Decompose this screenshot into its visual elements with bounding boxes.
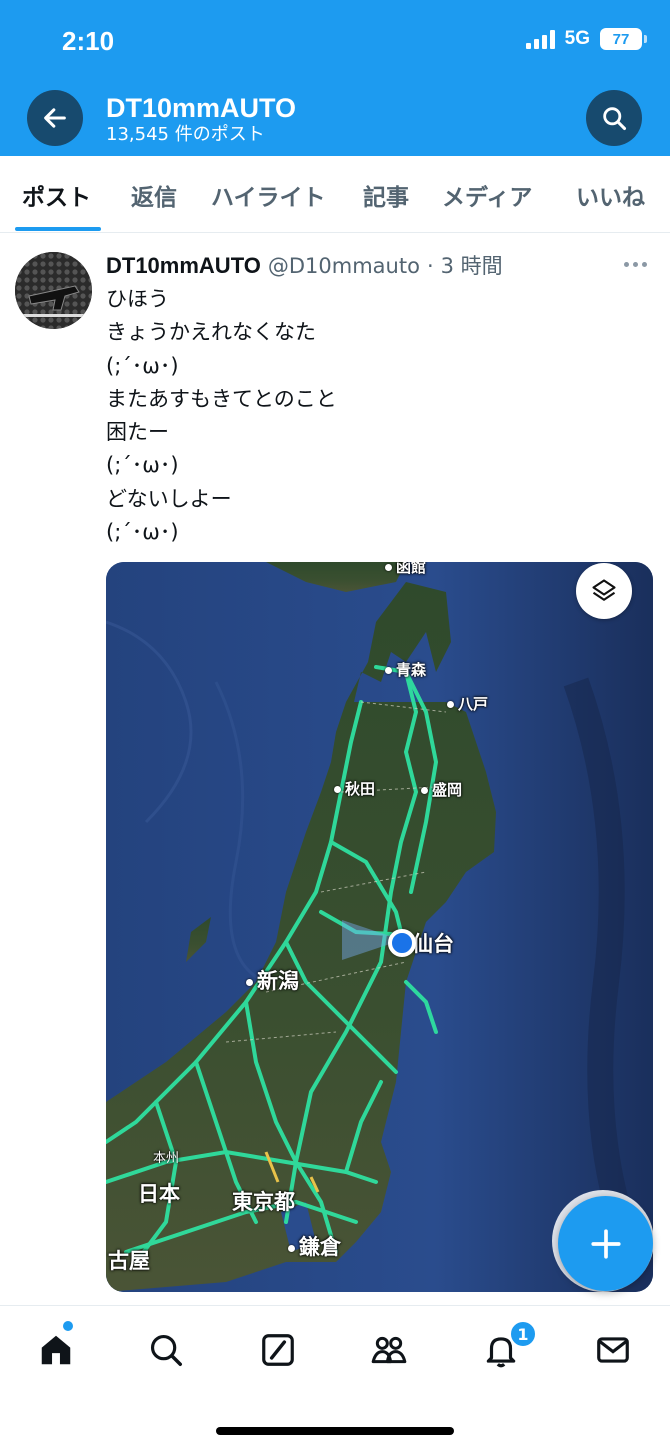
map-label-aomori: 青森 <box>385 659 426 680</box>
profile-header: 2:10 5G 77 DT10mmAUTO 13,545 件のポスト <box>0 0 670 156</box>
post-line: きょうかえれなくなた <box>106 320 316 345</box>
back-button[interactable] <box>27 90 83 146</box>
map-label-kamakura: 鎌倉 <box>288 1231 341 1261</box>
home-new-indicator <box>63 1321 73 1331</box>
map-label-tokyo: 東京都 <box>232 1190 295 1214</box>
map-label-nagoya: 古屋 <box>108 1249 150 1273</box>
post-author-name[interactable]: DT10mmAUTO <box>106 253 261 279</box>
profile-tabs: ポスト 返信 ハイライト 記事 メディア いいね <box>0 156 670 233</box>
tab-highlights[interactable]: ハイライト <box>211 178 326 212</box>
back-arrow-icon <box>44 108 66 128</box>
map-layers-button[interactable] <box>576 563 632 619</box>
more-options-icon[interactable] <box>624 262 647 267</box>
post-separator: · <box>426 254 434 278</box>
status-icons: 5G 77 <box>525 28 647 50</box>
profile-title-block: DT10mmAUTO 13,545 件のポスト <box>106 92 296 146</box>
post-text: ひほう きょうかえれなくなた (;´･ω･) またあすもきてとのこと 困たー (… <box>106 283 337 549</box>
nav-messages[interactable] <box>591 1328 635 1372</box>
map-label-honshu: 本州 <box>153 1151 180 1166</box>
mail-icon <box>597 1337 629 1363</box>
active-tab-indicator <box>15 227 101 231</box>
profile-name: DT10mmAUTO <box>106 93 297 123</box>
plus-icon <box>590 1228 621 1259</box>
nav-communities[interactable] <box>367 1328 411 1372</box>
map-label-nihon: 日本 <box>138 1182 180 1206</box>
tab-replies[interactable]: 返信 <box>131 178 177 212</box>
nav-search[interactable] <box>144 1328 188 1372</box>
satellite-map <box>106 562 653 1292</box>
map-label-hakodate: 函館 <box>385 562 426 577</box>
post-line: (;´･ω･) <box>106 453 179 478</box>
signal-icon <box>525 29 555 49</box>
tab-posts[interactable]: ポスト <box>22 178 91 212</box>
map-label-morioka: 盛岡 <box>421 779 462 800</box>
post-header: DT10mmAUTO @D10mmauto · 3 時間 <box>106 250 503 280</box>
layers-icon <box>592 579 616 601</box>
tab-likes[interactable]: いいね <box>576 178 645 212</box>
bottom-navigation: 1 <box>0 1305 670 1448</box>
post-time[interactable]: 3 時間 <box>441 250 503 280</box>
home-icon <box>41 1335 71 1365</box>
nav-grok[interactable] <box>256 1328 300 1372</box>
nav-home[interactable] <box>34 1328 78 1372</box>
post-line: 困たー <box>106 420 169 445</box>
battery-icon: 77 <box>600 28 647 50</box>
map-label-sendai: 仙台 <box>412 932 454 956</box>
map-label-hachinohe: 八戸 <box>447 693 488 714</box>
map-label-niigata: 新潟 <box>246 965 299 995</box>
tab-media[interactable]: メディア <box>442 178 532 212</box>
home-indicator <box>216 1427 454 1435</box>
compose-post-button[interactable] <box>558 1196 653 1291</box>
post-author-handle[interactable]: @D10mmauto <box>268 254 420 278</box>
search-button[interactable] <box>586 90 642 146</box>
post-line: またあすもきてとのこと <box>106 386 337 411</box>
network-label: 5G <box>564 28 590 49</box>
post-line: ひほう <box>106 287 169 311</box>
map-label-akita: 秋田 <box>334 778 375 799</box>
search-icon <box>150 1334 182 1366</box>
post-line: どないしよー <box>106 486 232 511</box>
post-line: (;´･ω･) <box>106 520 179 545</box>
grok-icon <box>262 1334 294 1366</box>
status-time: 2:10 <box>62 26 115 56</box>
search-icon <box>603 107 627 131</box>
communities-icon <box>371 1336 407 1364</box>
avatar[interactable] <box>15 252 92 329</box>
map-image[interactable]: 函館 青森 八戸 秋田 盛岡 仙台 新潟 本州 日本 東京都 鎌倉 古屋 <box>106 562 653 1292</box>
notification-badge: 1 <box>509 1320 537 1348</box>
post-count: 13,545 件のポスト <box>106 124 265 145</box>
post-line: (;´･ω･) <box>106 353 179 378</box>
tab-articles[interactable]: 記事 <box>363 178 409 212</box>
current-location-dot <box>388 929 416 957</box>
